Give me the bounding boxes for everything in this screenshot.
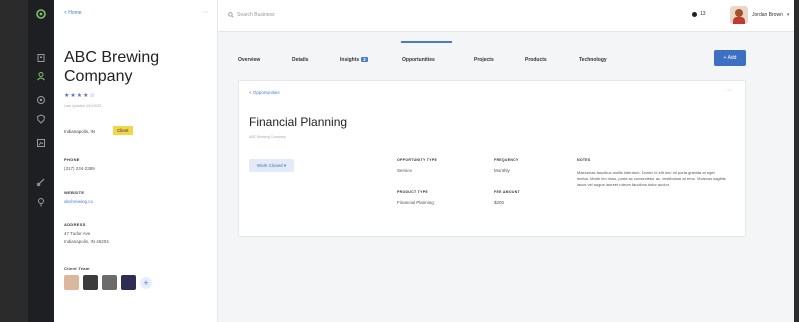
user-name: Jordan Brown bbox=[752, 12, 783, 18]
tab-technology[interactable]: Technology bbox=[579, 57, 607, 63]
link-icon[interactable] bbox=[35, 176, 47, 188]
address-line-1: 47 Tudor Ave bbox=[64, 231, 91, 236]
target-icon[interactable] bbox=[35, 94, 47, 106]
website-link[interactable]: abcbrewing.co bbox=[64, 198, 93, 205]
phone-value[interactable]: (317) 234-2389 bbox=[64, 165, 95, 172]
tab-products[interactable]: Products bbox=[525, 57, 547, 63]
app-window: < Home ··· ABC Brewing Company ★★★★☆ Las… bbox=[28, 0, 794, 322]
notifications-button[interactable]: 13 bbox=[692, 11, 706, 17]
search-icon bbox=[228, 12, 234, 18]
notes-text: Maecenas faucibus mollis interdum. Donec… bbox=[577, 170, 726, 187]
building-icon[interactable] bbox=[35, 52, 47, 64]
frequency-value: Monthly bbox=[494, 168, 510, 173]
team-label: Client Team bbox=[64, 266, 90, 271]
tab-projects[interactable]: Projects bbox=[474, 57, 494, 63]
phone-label: PHONE bbox=[64, 157, 80, 162]
window-edge bbox=[794, 0, 799, 322]
back-link[interactable]: < Home bbox=[64, 10, 82, 16]
chart-icon[interactable] bbox=[35, 137, 47, 149]
search-input[interactable]: Search Business bbox=[228, 12, 275, 18]
frequency-label: FREQUENCY bbox=[494, 158, 519, 162]
address-line-2: Indianapolis, IN 46204 bbox=[64, 239, 109, 244]
tab-insights[interactable]: Insights 3 bbox=[340, 57, 368, 63]
people-icon[interactable] bbox=[35, 70, 47, 82]
website-label: WEBSITE bbox=[64, 190, 85, 195]
avatar[interactable] bbox=[64, 275, 79, 290]
panel-menu-icon[interactable]: ··· bbox=[202, 9, 209, 16]
chevron-down-icon: ▾ bbox=[786, 12, 790, 18]
product-type-label: PRODUCT TYPE bbox=[397, 190, 429, 194]
shield-icon[interactable] bbox=[35, 113, 47, 125]
avatar[interactable] bbox=[102, 275, 117, 290]
tab-opportunities[interactable]: Opportunities bbox=[402, 57, 435, 63]
company-name: ABC Brewing Company bbox=[64, 49, 160, 85]
product-type-value: Financial Planning bbox=[397, 200, 434, 205]
tab-details[interactable]: Details bbox=[292, 57, 308, 63]
insights-badge: 3 bbox=[361, 57, 368, 62]
company-location: Indianapolis, IN bbox=[64, 129, 96, 134]
avatar[interactable] bbox=[121, 275, 136, 290]
breadcrumb[interactable]: < Opportunities bbox=[249, 90, 280, 95]
opportunity-subtitle: ABC Brewing Company bbox=[249, 135, 286, 139]
rating-stars[interactable]: ★★★★☆ bbox=[64, 92, 96, 99]
add-team-member-button[interactable]: + bbox=[140, 276, 152, 289]
client-tag[interactable]: Client bbox=[113, 126, 133, 135]
avatar[interactable] bbox=[83, 275, 98, 290]
company-panel: < Home ··· ABC Brewing Company ★★★★☆ Las… bbox=[54, 0, 218, 322]
fee-value: $200 bbox=[494, 200, 505, 205]
tab-insights-label: Insights bbox=[340, 57, 360, 63]
active-tab-indicator bbox=[401, 41, 452, 43]
bell-icon bbox=[692, 11, 697, 17]
address-label: ADDRESS bbox=[64, 222, 86, 227]
tab-overview[interactable]: Overview bbox=[238, 57, 260, 63]
nav-rail bbox=[28, 0, 54, 322]
last-updated: Last Updated 4/10/2023 bbox=[64, 104, 102, 108]
user-avatar bbox=[730, 6, 748, 24]
notes-label: NOTES bbox=[577, 158, 591, 162]
opportunity-type-label: OPPORTUNITY TYPE bbox=[397, 158, 438, 162]
search-placeholder: Search Business bbox=[237, 12, 275, 18]
status-dropdown[interactable]: Work Closed ▾ bbox=[249, 159, 295, 172]
top-bar: Search Business 13 Jordan Brown ▾ bbox=[218, 0, 794, 32]
user-menu[interactable]: Jordan Brown ▾ bbox=[730, 6, 789, 24]
team-avatars: + bbox=[64, 275, 152, 290]
opportunity-type-value: Service bbox=[397, 168, 413, 173]
pin-icon[interactable] bbox=[35, 196, 47, 208]
opportunity-title: Financial Planning bbox=[249, 115, 348, 129]
logo-icon[interactable] bbox=[35, 8, 47, 20]
notification-count: 13 bbox=[700, 11, 706, 17]
card-menu-icon[interactable]: ··· bbox=[725, 87, 732, 94]
fee-label: FEE AMOUNT bbox=[494, 190, 521, 194]
opportunity-card: < Opportunities ··· Financial Planning A… bbox=[238, 80, 746, 237]
add-button[interactable]: + Add bbox=[714, 50, 746, 66]
